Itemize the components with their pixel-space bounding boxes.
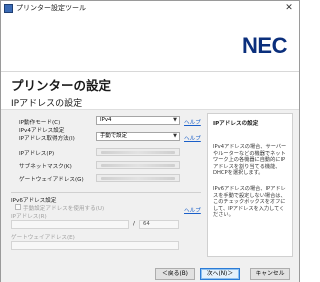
ip-mode-value: IPv4 — [100, 117, 112, 123]
next-button[interactable]: 次へ(N)＞ — [200, 268, 240, 280]
ipv6-gateway-label: ゲートウェイアドレス(E) — [11, 235, 75, 241]
help-link-ipv6[interactable]: ヘルプ — [184, 206, 201, 214]
chevron-down-icon: ▼ — [173, 117, 177, 123]
ip-address-field[interactable] — [96, 148, 180, 156]
ip-mode-select[interactable]: IPv4 ▼ — [96, 116, 180, 125]
close-button[interactable]: ✕ — [282, 2, 296, 15]
section-title: IPアドレスの設定 — [11, 99, 83, 109]
ip-mode-label: IP動作モード(C) — [19, 120, 61, 126]
help-panel: IPアドレスの設定 IPv4アドレスの場合、サーバーやルーターなどの機器でネット… — [207, 113, 293, 257]
help-link-ip-mode[interactable]: ヘルプ — [184, 118, 201, 126]
gateway-label: ゲートウェイアドレス(G) — [19, 177, 84, 183]
chevron-down-icon: ▼ — [173, 133, 177, 139]
gateway-field[interactable] — [96, 174, 180, 182]
manual-address-label: 手動設定アドレスを使用する(U) — [23, 206, 105, 212]
printer-app-icon — [4, 4, 13, 13]
cancel-button[interactable]: キャンセル — [250, 268, 290, 280]
ipv4-group-label: IPv4アドレス設定 — [19, 128, 65, 134]
prefix-length-field[interactable]: 64 — [139, 220, 179, 229]
prefix-separator: / — [133, 221, 135, 227]
settings-window: プリンター設定ツール ✕ NEC プリンターの設定 IPアドレスの設定 IP動作… — [0, 0, 300, 282]
ipv6-gateway-field[interactable] — [11, 241, 179, 250]
window-title: プリンター設定ツール — [16, 4, 86, 12]
page-title: プリンターの設定 — [11, 78, 112, 93]
acquire-method-value: 手動で設定 — [100, 133, 127, 139]
manual-address-checkbox[interactable] — [15, 204, 21, 210]
ipv6-address-field[interactable] — [11, 220, 129, 229]
help-paragraph-ipv4: IPv4アドレスの場合、サーバーやルーターなどの機器でネットワーク上の各機器に自… — [213, 144, 287, 177]
header-banner: NEC — [1, 17, 299, 72]
help-panel-title: IPアドレスの設定 — [213, 121, 259, 127]
help-link-acquire[interactable]: ヘルプ — [184, 134, 201, 142]
subnet-mask-label: サブネットマスク(K) — [19, 164, 72, 170]
subnet-mask-field[interactable] — [96, 161, 180, 169]
acquire-method-label: IPアドレス取得方法(I) — [19, 136, 75, 142]
ipv6-address-label: IPアドレス(R) — [11, 214, 47, 220]
acquire-method-select[interactable]: 手動で設定 ▼ — [96, 132, 180, 141]
title-bar: プリンター設定ツール ✕ — [1, 1, 299, 17]
section-divider — [11, 192, 201, 193]
help-paragraph-ipv6: IPv6アドレスの場合、IPアドレスを手動で設定しない場合は、このチェックボック… — [213, 186, 286, 219]
header-divider — [1, 71, 299, 72]
ip-address-label: IPアドレス(P) — [19, 151, 55, 157]
nec-logo: NEC — [242, 33, 287, 58]
footer-bar: ＜戻る(B) 次へ(N)＞ キャンセル — [1, 259, 299, 282]
ipv6-group-label: IPv6アドレス設定 — [11, 198, 57, 204]
back-button[interactable]: ＜戻る(B) — [155, 268, 195, 280]
